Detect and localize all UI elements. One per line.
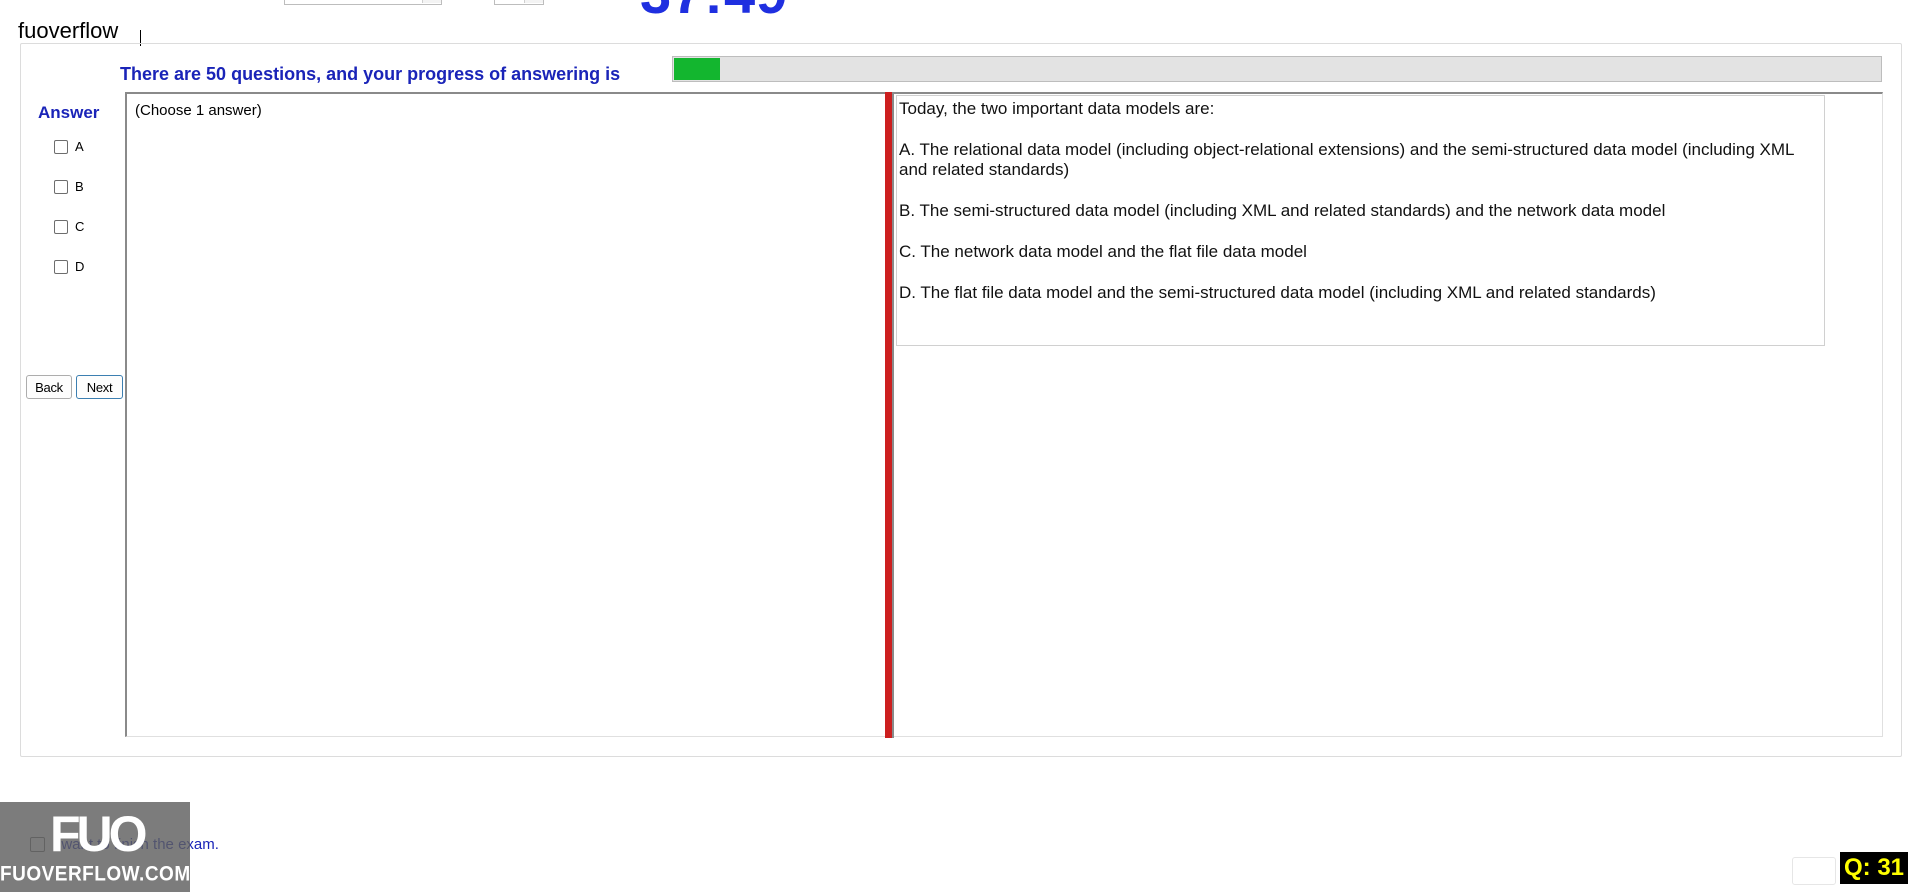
- dropdown-arrow-icon: [422, 0, 441, 3]
- option-a-checkbox[interactable]: [54, 139, 68, 154]
- progress-fill: [674, 58, 720, 80]
- dropdown-arrow-icon: [524, 0, 543, 3]
- progress-bar: [672, 56, 1882, 82]
- option-c-label: C: [75, 219, 85, 234]
- option-b[interactable]: B: [54, 179, 84, 194]
- top-select-1[interactable]: [284, 0, 442, 5]
- back-button[interactable]: Back: [26, 375, 72, 399]
- answer-panel: [125, 92, 887, 737]
- brand-text: fuoverflow: [18, 18, 119, 43]
- option-a[interactable]: A: [54, 139, 84, 154]
- option-c[interactable]: C: [54, 219, 84, 234]
- option-b-label: B: [75, 179, 84, 194]
- option-a-label: A: [75, 139, 84, 154]
- choose-instruction: (Choose 1 answer): [135, 102, 262, 119]
- question-choice-d: D. The flat file data model and the semi…: [899, 283, 1656, 302]
- watermark-text: FUOVERFLOW.COM: [0, 862, 191, 886]
- progress-label: There are 50 questions, and your progres…: [120, 64, 621, 84]
- question-number-badge: Q: 31: [1840, 852, 1909, 884]
- panel-splitter[interactable]: [885, 92, 892, 738]
- question-box: Today, the two important data models are…: [896, 95, 1825, 346]
- option-d-label: D: [75, 259, 85, 274]
- answer-title: Answer: [38, 103, 100, 122]
- option-d[interactable]: D: [54, 259, 84, 274]
- question-stem: Today, the two important data models are…: [899, 99, 1215, 118]
- question-choice-c: C. The network data model and the flat f…: [899, 242, 1307, 261]
- hidden-button[interactable]: [1792, 857, 1836, 885]
- option-d-checkbox[interactable]: [54, 259, 68, 274]
- watermark-logo: FUO: [50, 806, 148, 862]
- option-b-checkbox[interactable]: [54, 179, 68, 194]
- top-select-2[interactable]: [494, 0, 544, 5]
- question-choice-b: B. The semi-structured data model (inclu…: [899, 201, 1666, 220]
- watermark: FUO FUOVERFLOW.COM: [0, 802, 190, 892]
- question-choice-a: A. The relational data model (including …: [899, 140, 1794, 179]
- option-c-checkbox[interactable]: [54, 219, 68, 234]
- question-text: Today, the two important data models are…: [899, 99, 1799, 324]
- next-button[interactable]: Next: [76, 375, 123, 399]
- exam-timer: 37:49: [640, 0, 788, 22]
